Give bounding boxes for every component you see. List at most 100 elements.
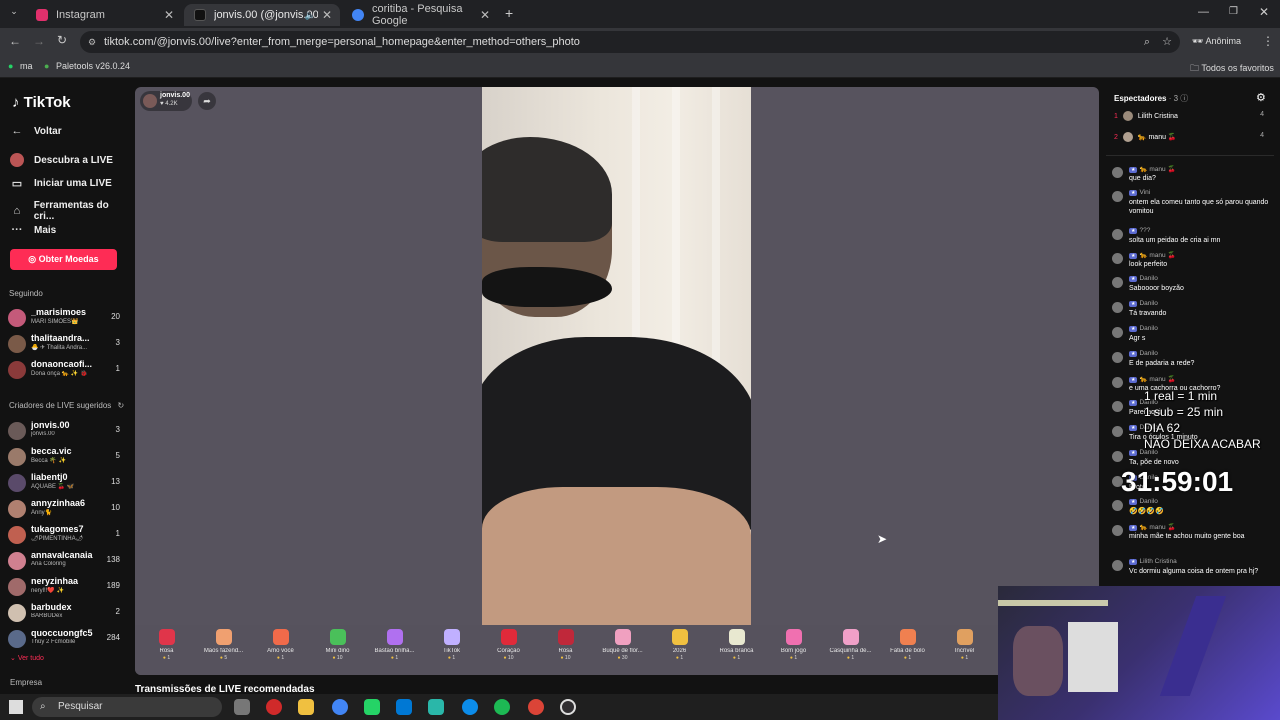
gift-item[interactable]: Bastão brilha... ● 1 [366, 629, 423, 661]
edge-icon[interactable] [462, 699, 478, 715]
account-name: tukagomes7 [31, 524, 84, 534]
suggested-account-row[interactable]: neryzinhaa neryl!!❤️ ✨ 189 [8, 576, 126, 600]
live-video[interactable] [482, 87, 751, 625]
gift-item[interactable]: Rosa ● 1 [138, 629, 195, 661]
url-input[interactable]: ⚙ tiktok.com/@jonvis.00/live?enter_from_… [80, 31, 1180, 53]
gift-item[interactable]: Rosa ● 10 [537, 629, 594, 661]
gift-item[interactable]: Bom jogo ● 1 [765, 629, 822, 661]
nav-creator-tools[interactable]: ⌂ Ferramentas do cri... [10, 200, 130, 222]
suggested-account-row[interactable]: annyzinhaa6 Anny🐈 10 [8, 498, 126, 522]
viewer-count: 10 [111, 503, 120, 512]
nav-more[interactable]: ··· Mais [10, 224, 57, 236]
bookmark-whatsapp[interactable]: ● ma [8, 61, 32, 71]
gift-price: ● 1 [960, 655, 969, 661]
gift-name: Casquinha de... [829, 648, 872, 654]
following-account-row[interactable]: donaoncaofi... Dona onça 🐆 ✨ 🐞 1 [8, 359, 126, 383]
gift-item[interactable]: Rosa branca ● 1 [708, 629, 765, 661]
gift-name: 2026 [672, 648, 687, 654]
suggested-account-row[interactable]: becca.vic Becca 🌴 ✨ 5 [8, 446, 126, 470]
tab-tiktok[interactable]: jonvis.00 (@jonvis.00) come 🔈 ✕ [184, 4, 340, 26]
suggested-account-row[interactable]: jonvis.00 jonvis.00 3 [8, 420, 126, 444]
video-subject-arm [482, 487, 751, 625]
maximize-icon[interactable]: ❐ [1229, 6, 1238, 17]
gift-item[interactable]: Amo você ● 1 [252, 629, 309, 661]
gift-icon [956, 629, 973, 645]
menu-icon[interactable]: ⋮ [1262, 34, 1274, 48]
see-all-link[interactable]: ⌄ Ver tudo [10, 654, 44, 662]
back-link[interactable]: ← Voltar [10, 125, 62, 137]
whatsapp-app-icon[interactable] [364, 699, 380, 715]
company-link[interactable]: Empresa [10, 678, 42, 687]
windows-start-icon[interactable] [9, 700, 23, 714]
chrome-active-icon[interactable] [528, 699, 544, 715]
tab-google[interactable]: coritiba - Pesquisa Google ✕ [342, 3, 498, 27]
level-badge: ★ [1129, 326, 1138, 332]
chat-avatar [1112, 277, 1123, 288]
nav-discover-live[interactable]: Descubra a LIVE [10, 153, 113, 167]
zoom-icon[interactable]: ⌕ [1144, 31, 1150, 53]
taskbar-search-input[interactable]: ⌕ Pesquisar [32, 697, 222, 717]
following-account-row[interactable]: thalitaandra... 🐣 ✈ Thalita Andra... 3 [8, 333, 126, 357]
app-teal-icon[interactable] [428, 699, 444, 715]
settings-gear-icon[interactable]: ⚙ [1256, 91, 1266, 104]
chat-avatar [1112, 500, 1123, 511]
following-account-row[interactable]: _marisimoes MARI SIMÕES👑 20 [8, 307, 126, 331]
incognito-profile[interactable]: 🕶 Anônima [1192, 36, 1241, 47]
account-avatar [8, 604, 26, 622]
chrome-icon[interactable] [332, 699, 348, 715]
store-icon[interactable] [396, 699, 412, 715]
gift-item[interactable]: Buquê de flor... ● 30 [594, 629, 651, 661]
refresh-icon[interactable]: ↻ [118, 401, 125, 410]
close-window-icon[interactable]: ✕ [1259, 5, 1269, 19]
account-avatar [8, 526, 26, 544]
back-icon[interactable]: ← [9, 34, 21, 48]
close-icon[interactable]: ✕ [164, 8, 174, 22]
tab-instagram[interactable]: Instagram ✕ [26, 4, 182, 26]
close-icon[interactable]: ✕ [322, 8, 332, 22]
star-icon[interactable]: ☆ [1162, 31, 1172, 53]
host-info[interactable]: jonvis.00 ♥ 4.2K [140, 91, 192, 111]
suggested-account-row[interactable]: tukagomes7 🌶PIMENTINHA🌶 1 [8, 524, 126, 548]
suggested-account-row[interactable]: quoccuongfc5 Thủy 2 Fcmobile 284 [8, 628, 126, 652]
tiktok-logo[interactable]: ♪ TikTok [12, 94, 71, 111]
nav-start-live[interactable]: ▭ Iniciar uma LIVE [10, 177, 112, 190]
gift-price: ● 30 [617, 655, 628, 661]
gift-item[interactable]: Coração ● 10 [480, 629, 537, 661]
app-red-icon[interactable] [266, 699, 282, 715]
chat-username: ★??? [1129, 227, 1151, 234]
obs-icon[interactable] [560, 699, 576, 715]
close-icon[interactable]: ✕ [480, 8, 490, 22]
url-text: tiktok.com/@jonvis.00/live?enter_from_me… [104, 36, 580, 48]
home-icon: ⌂ [13, 205, 21, 217]
site-info-icon[interactable]: ⚙ [88, 31, 96, 53]
gift-item[interactable]: Fatia de bolo ● 1 [879, 629, 936, 661]
gift-item[interactable]: Incrível ● 1 [936, 629, 993, 661]
task-view-icon[interactable] [234, 699, 250, 715]
suggested-account-row[interactable]: liabentj0 AQUABE 🍒 🦋 13 [8, 472, 126, 496]
file-explorer-icon[interactable] [298, 699, 314, 715]
forward-icon[interactable]: → [33, 34, 45, 48]
viewer-row[interactable]: 2 🐆 manu 🍒 4 [1114, 132, 1274, 142]
suggested-account-row[interactable]: barbudex BARBUDex 2 [8, 602, 126, 626]
new-tab-button[interactable]: + [505, 5, 513, 21]
gift-item[interactable]: 2026 ● 1 [651, 629, 708, 661]
get-coins-button[interactable]: ◎ Obter Moedas [10, 249, 117, 270]
gift-item[interactable]: Casquinha de... ● 1 [822, 629, 879, 661]
gift-icon [671, 629, 688, 645]
reload-icon[interactable]: ↻ [57, 33, 67, 47]
share-icon[interactable]: ➦ [198, 92, 216, 110]
gift-item[interactable]: Mãos fazend... ● 5 [195, 629, 252, 661]
all-bookmarks[interactable]: 🗀 Todos os favoritos [1190, 61, 1274, 77]
bookmark-paletools[interactable]: ● Paletools v26.0.24 [44, 61, 130, 71]
viewer-row[interactable]: 1 Lilith Cristina 4 [1114, 111, 1274, 121]
level-badge: ★ [1129, 450, 1138, 456]
suggested-account-row[interactable]: annavalcanaia Ana Coloring 138 [8, 550, 126, 574]
gift-item[interactable]: TikTok ● 1 [423, 629, 480, 661]
gift-item[interactable]: Mini dino ● 10 [309, 629, 366, 661]
search-icon: ⌕ [40, 701, 46, 712]
tab-list-icon[interactable]: ⌄ [6, 6, 22, 22]
windows-taskbar: ⌕ Pesquisar [0, 694, 998, 720]
spotify-icon[interactable] [494, 699, 510, 715]
minimize-icon[interactable]: — [1198, 6, 1209, 18]
speaker-icon[interactable]: 🔈 [305, 10, 316, 21]
